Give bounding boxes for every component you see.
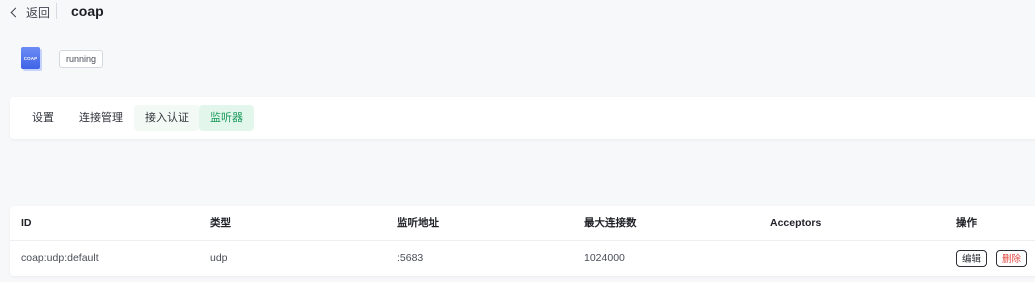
back-label: 返回 <box>26 5 51 20</box>
cell-id: coap:udp:default <box>21 252 99 264</box>
listeners-table: ID 类型 监听地址 最大连接数 Acceptors 操作 coap:udp:d… <box>10 206 1035 276</box>
column-header-type: 类型 <box>210 217 231 229</box>
table-header: ID 类型 监听地址 最大连接数 Acceptors 操作 <box>10 206 1035 241</box>
tab-connections[interactable]: 连接管理 <box>68 105 134 131</box>
column-header-acceptors: Acceptors <box>770 217 822 229</box>
tabs-bar: 设置 连接管理 接入认证 监听器 <box>10 97 1035 139</box>
status-badge: running <box>59 50 104 68</box>
coap-app-icon: COAP <box>21 47 40 69</box>
tab-authentication[interactable]: 接入认证 <box>134 105 200 131</box>
column-header-id: ID <box>21 217 32 229</box>
page-title: coap <box>71 3 104 19</box>
cell-max-connections: 1024000 <box>584 252 625 264</box>
column-header-max-connections: 最大连接数 <box>584 217 637 229</box>
delete-button[interactable]: 删除 <box>996 250 1028 267</box>
table-row: coap:udp:default udp :5683 1024000 编辑 删除 <box>10 241 1035 276</box>
cell-type: udp <box>210 252 228 264</box>
column-header-actions: 操作 <box>956 217 977 229</box>
column-header-address: 监听地址 <box>397 217 439 229</box>
tab-listeners[interactable]: 监听器 <box>199 105 254 131</box>
back-button[interactable]: 返回 <box>10 4 50 20</box>
edit-button[interactable]: 编辑 <box>956 250 988 267</box>
header-divider <box>56 3 57 19</box>
app-icon-text: COAP <box>23 55 38 61</box>
chevron-left-icon <box>10 7 21 17</box>
tab-settings[interactable]: 设置 <box>21 105 65 131</box>
cell-address: :5683 <box>397 252 424 264</box>
